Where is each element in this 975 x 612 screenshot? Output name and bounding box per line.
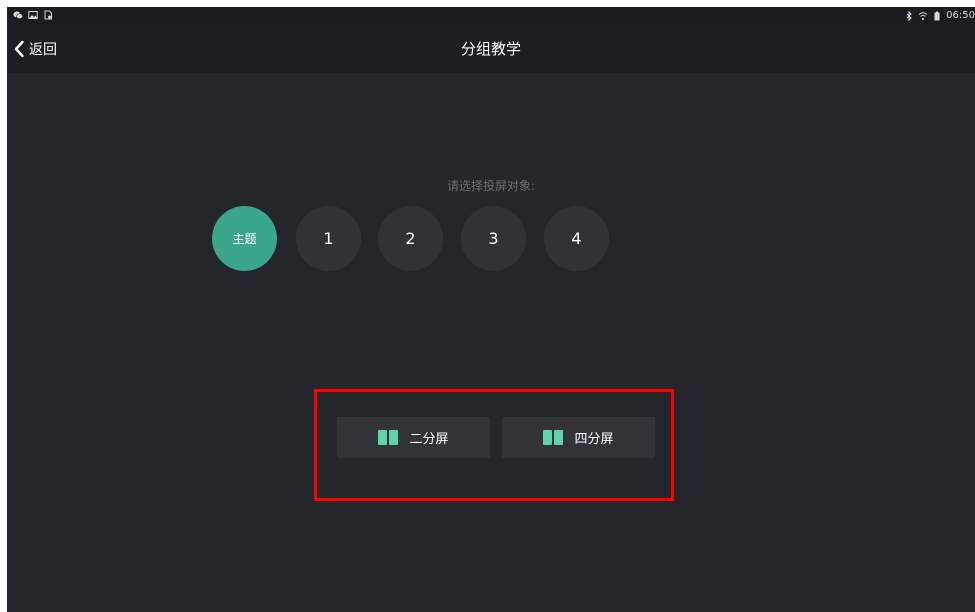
target-label: 3 bbox=[488, 229, 499, 248]
status-time: 06:50 bbox=[946, 10, 975, 21]
two-split-button[interactable]: 二分屏 bbox=[337, 417, 490, 458]
bluetooth-icon bbox=[906, 10, 912, 21]
status-bar: 06:50 bbox=[7, 7, 975, 25]
battery-icon bbox=[934, 11, 940, 20]
target-label: 主题 bbox=[232, 232, 257, 246]
split-screen-icon bbox=[543, 430, 564, 445]
wifi-icon bbox=[918, 11, 928, 20]
projection-prompt: 请选择投屏对象: bbox=[446, 179, 536, 193]
target-1-button[interactable]: 1 bbox=[296, 206, 361, 271]
status-right-icons: 06:50 bbox=[904, 10, 975, 21]
download-icon bbox=[44, 10, 52, 20]
wechat-icon bbox=[13, 11, 23, 19]
nav-bar: 返回 分组教学 bbox=[7, 25, 975, 73]
target-4-button[interactable]: 4 bbox=[544, 206, 609, 271]
target-label: 2 bbox=[405, 229, 416, 248]
split-label: 四分屏 bbox=[574, 432, 614, 447]
page-title: 分组教学 bbox=[460, 40, 521, 58]
image-icon bbox=[28, 11, 38, 19]
target-3-button[interactable]: 3 bbox=[461, 206, 526, 271]
app-screen: 06:50 返回 分组教学 请选择投屏对象: 主题 1 2 3 4 二分屏 四分… bbox=[7, 7, 975, 612]
target-label: 1 bbox=[323, 229, 334, 248]
split-screen-icon bbox=[378, 430, 399, 445]
target-2-button[interactable]: 2 bbox=[378, 206, 443, 271]
four-split-button[interactable]: 四分屏 bbox=[502, 417, 655, 458]
target-label: 4 bbox=[571, 229, 582, 248]
status-left-icons bbox=[13, 10, 53, 20]
split-label: 二分屏 bbox=[409, 432, 449, 447]
target-theme-button[interactable]: 主题 bbox=[212, 206, 277, 271]
